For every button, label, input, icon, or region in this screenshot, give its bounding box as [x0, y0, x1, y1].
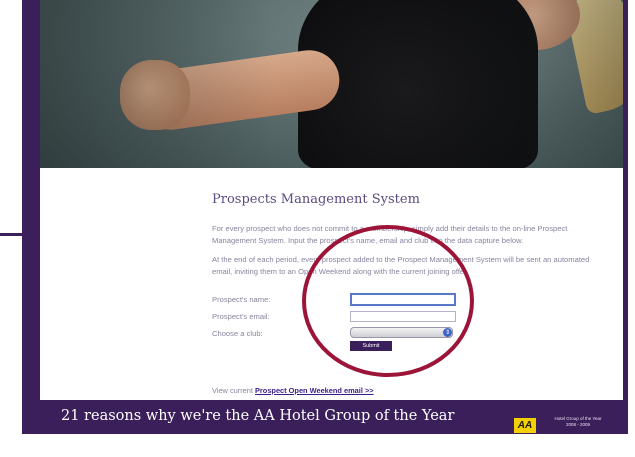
email-label: Prospect's email: — [212, 312, 270, 321]
open-weekend-email-link[interactable]: Prospect Open Weekend email >> — [255, 386, 374, 395]
banner-text: 21 reasons why we're the AA Hotel Group … — [61, 408, 455, 424]
hero-photo — [40, 0, 623, 168]
page-title: Prospects Management System — [212, 192, 420, 207]
bottom-banner: 21 reasons why we're the AA Hotel Group … — [40, 400, 623, 434]
award-line-2: 2008 - 2009 — [565, 422, 591, 427]
hero-shade — [40, 0, 623, 168]
aa-logo-icon: AA — [514, 418, 536, 433]
name-label: Prospect's name: — [212, 295, 271, 304]
club-label: Choose a club: — [212, 329, 263, 338]
left-dash-decoration — [0, 233, 40, 236]
highlight-circle — [302, 225, 474, 377]
view-email-row: View current Prospect Open Weekend email… — [212, 386, 374, 395]
view-email-prefix: View current — [212, 386, 255, 395]
award-tag: Hotel Group of the Year 2008 - 2009 — [543, 416, 613, 428]
